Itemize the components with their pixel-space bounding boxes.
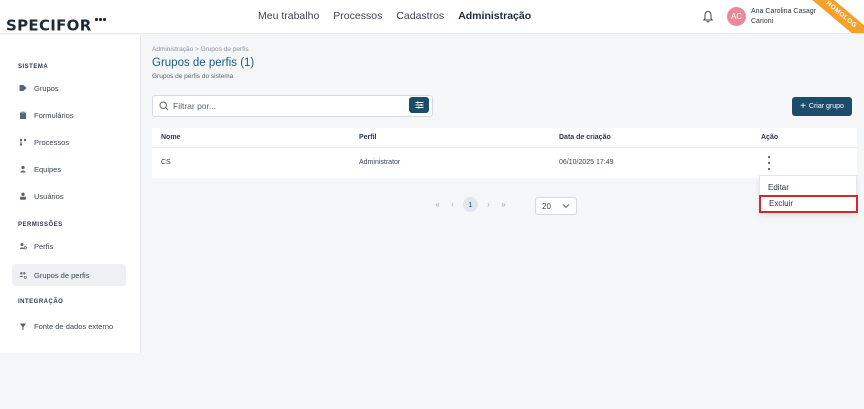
- cell-created: 06/10/2025 17:49: [559, 159, 614, 166]
- nav-meu-trabalho[interactable]: Meu trabalho: [258, 10, 319, 22]
- sidebar-item-equipes[interactable]: Equipes: [12, 158, 126, 180]
- menu-item-excluir[interactable]: Excluir: [759, 195, 858, 213]
- bell-icon[interactable]: [702, 10, 714, 24]
- nav-cadastros[interactable]: Cadastros: [396, 10, 444, 22]
- groups-table: Nome Perfil Data de criação Ação CS Admi…: [152, 128, 857, 178]
- app-logo[interactable]: SPECIFOR: [6, 8, 107, 33]
- table-header: Nome Perfil Data de criação Ação: [152, 128, 857, 148]
- prev-page-button[interactable]: ‹: [445, 200, 460, 209]
- row-actions-menu: Editar Excluir: [759, 175, 858, 214]
- sidebar: SISTEMA Grupos Formulários Processos Equ…: [0, 35, 141, 353]
- search-placeholder: Filtrar por...: [173, 101, 216, 111]
- profile-icon: [19, 242, 27, 250]
- main-nav: Meu trabalho Processos Cadastros Adminis…: [258, 10, 531, 22]
- pagination: « ‹ 1 › »: [430, 197, 511, 212]
- flow-icon: [19, 138, 27, 146]
- page-size-select[interactable]: 20: [535, 197, 577, 215]
- connector-icon: [19, 322, 27, 330]
- user-icon: [19, 192, 27, 200]
- avatar[interactable]: AC: [727, 7, 746, 26]
- search-input[interactable]: Filtrar por...: [152, 95, 433, 117]
- chevron-down-icon: [562, 204, 570, 209]
- page-subtitle: Grupos de perfis do sistema: [152, 73, 234, 80]
- sidebar-item-grupos[interactable]: Grupos: [12, 77, 126, 99]
- column-header-nome[interactable]: Nome: [161, 134, 180, 141]
- current-page[interactable]: 1: [463, 197, 478, 212]
- sidebar-item-processos[interactable]: Processos: [12, 131, 126, 153]
- sidebar-item-perfis[interactable]: Perfis: [12, 235, 126, 257]
- section-title-integracao: INTEGRAÇÃO: [18, 299, 64, 305]
- sidebar-item-usuarios[interactable]: Usuários: [12, 185, 126, 207]
- clipboard-icon: [19, 111, 27, 119]
- page-title: Grupos de perfis (1): [152, 57, 255, 69]
- team-icon: [19, 165, 27, 173]
- section-title-sistema: SISTEMA: [18, 64, 49, 70]
- profile-group-icon: [19, 271, 27, 279]
- next-page-button[interactable]: ›: [481, 200, 496, 209]
- row-actions-kebab-icon[interactable]: [764, 156, 774, 170]
- section-title-permissoes: PERMISSÕES: [18, 222, 63, 228]
- cell-name: CS: [161, 159, 171, 166]
- last-page-button[interactable]: »: [496, 200, 511, 209]
- sliders-icon: [415, 101, 423, 109]
- plus-icon: +: [800, 100, 806, 112]
- column-header-perfil[interactable]: Perfil: [359, 134, 377, 141]
- nav-processos[interactable]: Processos: [333, 10, 382, 22]
- tag-icon: [19, 84, 27, 92]
- cell-profile: Administrator: [359, 159, 401, 166]
- breadcrumb[interactable]: Administração > Grupos de perfis: [152, 46, 249, 53]
- logo-mark-icon: [94, 8, 107, 33]
- table-row[interactable]: CS Administrator 06/10/2025 17:49: [152, 148, 857, 178]
- column-header-acao: Ação: [761, 134, 779, 141]
- nav-administracao[interactable]: Administração: [458, 10, 531, 22]
- sidebar-item-grupos-de-perfis[interactable]: Grupos de perfis: [12, 264, 126, 286]
- sidebar-item-fonte-de-dados-externo[interactable]: Fonte de dados externo: [12, 315, 126, 337]
- top-bar: SPECIFOR Meu trabalho Processos Cadastro…: [0, 0, 864, 34]
- create-group-button[interactable]: + Criar grupo: [792, 97, 852, 116]
- search-icon: [159, 101, 169, 111]
- first-page-button[interactable]: «: [430, 200, 445, 209]
- filter-button[interactable]: [409, 97, 429, 113]
- sidebar-item-formularios[interactable]: Formulários: [12, 104, 126, 126]
- column-header-data-de-criacao[interactable]: Data de criação: [559, 134, 611, 141]
